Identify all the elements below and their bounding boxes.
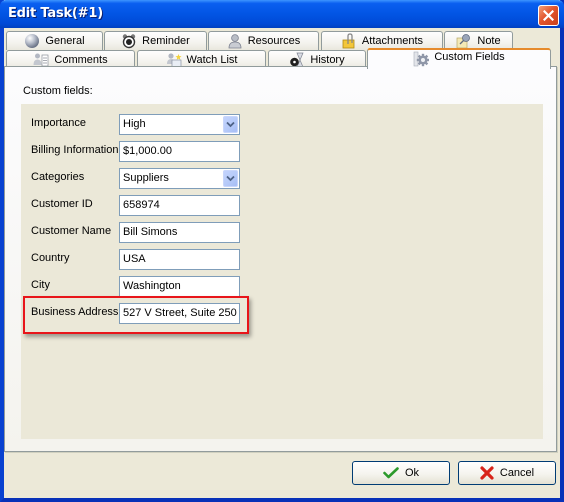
field-label: Customer Name xyxy=(31,225,112,237)
field-label: Customer ID xyxy=(31,198,93,210)
edit-task-dialog: Edit Task(#1) General Reminder Resources… xyxy=(0,0,564,502)
field-label: City xyxy=(31,279,50,291)
cancel-button[interactable]: Cancel xyxy=(458,461,556,485)
user-icon xyxy=(227,33,243,49)
customer-id-input[interactable]: 658974 xyxy=(119,195,240,216)
window-title: Edit Task(#1) xyxy=(8,6,103,21)
field-label: Categories xyxy=(31,171,85,183)
field-row-importance: Importance High xyxy=(21,114,261,135)
tab-label: Watch List xyxy=(186,54,238,66)
field-row-country: Country USA xyxy=(21,249,261,270)
title-bar[interactable]: Edit Task(#1) xyxy=(0,0,564,28)
tab-general[interactable]: General xyxy=(6,31,103,50)
paperclip-folder-icon xyxy=(341,33,357,49)
tab-label: Comments xyxy=(54,54,108,66)
custom-fields-heading: Custom fields: xyxy=(23,85,93,97)
checkmark-icon xyxy=(383,467,399,479)
close-button[interactable] xyxy=(538,5,559,26)
city-input[interactable]: Washington xyxy=(119,276,240,297)
field-row-city: City Washington xyxy=(21,276,261,297)
chevron-down-icon xyxy=(226,175,235,182)
tab-label: Resources xyxy=(247,35,301,47)
tab-custom-fields[interactable]: Custom Fields xyxy=(367,48,551,69)
billing-information-input[interactable]: $1,000.00 xyxy=(119,141,240,162)
dropdown-button[interactable] xyxy=(223,116,238,133)
field-row-billing-information: Billing Information $1,000.00 xyxy=(21,141,261,162)
gear-icon xyxy=(413,51,430,67)
cancel-x-icon xyxy=(480,466,494,480)
categories-select[interactable]: Suppliers xyxy=(119,168,240,189)
custom-fields-list: Importance High Billing Information $1,0… xyxy=(21,104,543,439)
highlight-annotation xyxy=(23,296,249,334)
field-label: Country xyxy=(31,252,70,264)
close-icon xyxy=(543,10,554,21)
globe-icon xyxy=(24,33,40,49)
pushpin-note-icon xyxy=(456,33,472,49)
tab-label: General xyxy=(45,35,85,47)
tab-label: Custom Fields xyxy=(434,51,505,63)
country-input[interactable]: USA xyxy=(119,249,240,270)
importance-select[interactable]: High xyxy=(119,114,240,135)
field-value: High xyxy=(123,118,146,130)
field-row-customer-id: Customer ID 658974 xyxy=(21,195,261,216)
tab-label: Note xyxy=(477,35,501,47)
dropdown-button[interactable] xyxy=(223,170,238,187)
tab-label: Reminder xyxy=(142,35,190,47)
field-value: Suppliers xyxy=(123,172,169,184)
tab-label: History xyxy=(310,54,345,66)
ok-label: Ok xyxy=(404,467,420,479)
field-label: Importance xyxy=(31,117,87,129)
tab-reminder[interactable]: Reminder xyxy=(104,31,207,50)
customer-name-input[interactable]: Bill Simons xyxy=(119,222,240,243)
field-row-categories: Categories Suppliers xyxy=(21,168,261,189)
tab-label: Attachments xyxy=(361,35,424,47)
tab-resources[interactable]: Resources xyxy=(208,31,319,50)
field-row-customer-name: Customer Name Bill Simons xyxy=(21,222,261,243)
custom-fields-panel: Custom fields: Importance High Billing I… xyxy=(4,66,557,452)
chevron-down-icon xyxy=(226,121,235,128)
cancel-label: Cancel xyxy=(499,467,535,479)
field-label: Billing Information xyxy=(31,144,119,156)
ok-button[interactable]: Ok xyxy=(352,461,450,485)
alarm-clock-icon xyxy=(121,33,137,49)
